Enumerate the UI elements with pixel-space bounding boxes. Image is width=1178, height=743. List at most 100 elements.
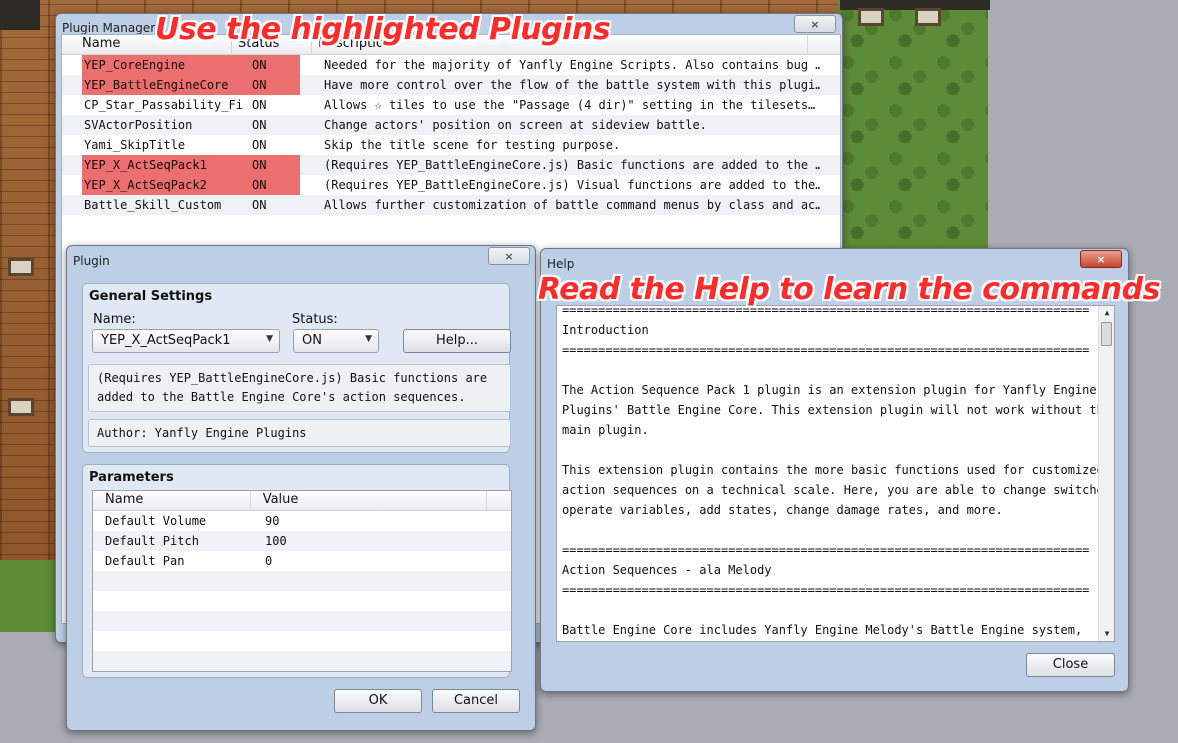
param-row <box>93 571 511 591</box>
param-row[interactable]: Default Pitch 100 <box>93 531 511 551</box>
help-line: ========================================… <box>562 305 1090 317</box>
grass-area <box>838 0 988 250</box>
plugin-name-cell: YEP_X_ActSeqPack1 <box>82 155 244 175</box>
help-line: ========================================… <box>562 543 1090 557</box>
param-row <box>93 651 511 671</box>
help-text-content: ========================================… <box>557 305 1115 641</box>
plugin-name-cell: YEP_CoreEngine <box>82 55 244 75</box>
help-dialog-title: Help <box>547 257 575 271</box>
param-column-filler <box>487 491 511 510</box>
status-select[interactable]: ON ▼ <box>293 329 379 353</box>
plugin-status-cell: ON <box>252 198 267 212</box>
help-line <box>562 520 1114 540</box>
help-line <box>562 600 1114 620</box>
help-scrollbar[interactable]: ▲ ▼ <box>1098 306 1114 641</box>
help-text-area[interactable]: ========================================… <box>556 305 1115 642</box>
param-column-value[interactable]: Value <box>251 491 487 510</box>
param-column-name[interactable]: Name <box>93 491 251 510</box>
plugin-name-cell: Battle_Skill_Custom <box>84 198 222 212</box>
scroll-up-icon[interactable]: ▲ <box>1099 306 1114 320</box>
close-button[interactable]: Close <box>1026 653 1115 677</box>
help-line: Battle Engine Core includes Yanfly Engin… <box>562 623 1083 637</box>
plugin-name-cell: CP_Star_Passability_Fix <box>84 98 244 112</box>
ok-button[interactable]: OK <box>334 689 422 713</box>
help-line: operate variables, add states, change da… <box>562 503 1003 517</box>
help-button[interactable]: Help... <box>403 329 511 353</box>
column-header-filler <box>808 35 840 54</box>
plugin-name-cell: YEP_X_ActSeqPack2 <box>82 175 244 195</box>
description-box: (Requires YEP_BattleEngineCore.js) Basic… <box>88 364 511 412</box>
param-row[interactable]: Default Pan 0 <box>93 551 511 571</box>
scroll-thumb[interactable] <box>1101 322 1112 346</box>
table-row[interactable]: YEP_X_ActSeqPack1 ON (Requires YEP_BattleE… <box>62 155 840 175</box>
table-row[interactable]: YEP_BattleEngineCore ON Have more control … <box>62 75 840 95</box>
plugin-name-cell: YEP_BattleEngineCore <box>82 75 244 95</box>
plugin-status-cell: ON <box>244 55 300 75</box>
parameters-rows: Default Volume 90 Default Pitch 100 Default … <box>93 511 511 671</box>
table-row[interactable]: CP_Star_Passability_Fix ON Allows ☆ tiles … <box>62 95 840 115</box>
plugin-description-cell: Skip the title scene for testing purpose… <box>324 138 621 152</box>
scroll-down-icon[interactable]: ▼ <box>1099 627 1114 641</box>
plugin-dialog-title: Plugin <box>73 254 110 268</box>
general-settings-title: General Settings <box>89 289 213 304</box>
plugin-description-cell: Have more control over the flow of the b… <box>324 78 820 92</box>
author-box: Author: Yanfly Engine Plugins <box>88 419 511 447</box>
map-wall <box>0 0 40 30</box>
plugin-name-cell: SVActorPosition <box>84 118 193 132</box>
param-row[interactable]: Default Volume 90 <box>93 511 511 531</box>
param-name-cell: Default Volume <box>105 514 207 528</box>
chevron-down-icon: ▼ <box>266 334 273 344</box>
table-row[interactable]: YEP_CoreEngine ON Needed for the majority … <box>62 55 840 75</box>
help-line: ========================================… <box>562 343 1090 357</box>
help-dialog-window: Help × =================================… <box>540 248 1129 692</box>
map-window <box>8 398 34 416</box>
plugin-description-cell: Needed for the majority of Yanfly Engine… <box>324 58 820 72</box>
help-line: Introduction <box>562 323 649 337</box>
plugin-manager-title: Plugin Manager <box>62 21 156 35</box>
plugin-status-cell: ON <box>244 75 300 95</box>
table-row[interactable]: YEP_X_ActSeqPack2 ON (Requires YEP_BattleE… <box>62 175 840 195</box>
plugin-status-cell: ON <box>244 155 300 175</box>
help-line: ========================================… <box>562 583 1090 597</box>
parameters-title: Parameters <box>89 470 174 485</box>
param-name-cell: Default Pan <box>105 554 185 568</box>
close-icon[interactable]: × <box>1080 250 1122 268</box>
name-select[interactable]: YEP_X_ActSeqPack1 ▼ <box>92 329 280 353</box>
annotation-use-highlighted: Use the highlighted Plugins <box>155 12 611 47</box>
grass-area-bottom <box>0 560 60 632</box>
plugin-list-rows: YEP_CoreEngine ON Needed for the majority … <box>62 55 840 215</box>
plugin-status-cell: ON <box>252 98 267 112</box>
plugin-status-cell: ON <box>252 118 267 132</box>
parameters-group: Parameters Name Value Default Volume 90 De… <box>82 464 512 678</box>
help-line: action sequences on a technical scale. H… <box>562 483 1115 497</box>
chevron-down-icon: ▼ <box>365 334 372 344</box>
param-value-cell: 0 <box>265 554 273 568</box>
name-label: Name: <box>93 312 136 327</box>
table-row[interactable]: SVActorPosition ON Change actors' position… <box>62 115 840 135</box>
plugin-description-cell: (Requires YEP_BattleEngineCore.js) Basic… <box>324 158 820 172</box>
close-icon[interactable]: × <box>488 247 530 265</box>
plugin-description-cell: Allows further customization of battle c… <box>324 198 820 212</box>
param-value-cell: 90 <box>265 514 280 528</box>
plugin-description-cell: Change actors' position on screen at sid… <box>324 118 707 132</box>
help-line: The Action Sequence Pack 1 plugin is an … <box>562 383 1097 397</box>
help-line: where each individual aspect of the skil… <box>562 640 1114 641</box>
param-row <box>93 631 511 651</box>
plugin-description-cell: Allows ☆ tiles to use the "Passage (4 di… <box>324 98 816 112</box>
table-row[interactable]: Battle_Skill_Custom ON Allows further cust… <box>62 195 840 215</box>
table-row[interactable]: Yami_SkipTitle ON Skip the title scene for… <box>62 135 840 155</box>
parameters-header: Name Value <box>93 491 511 511</box>
cancel-button[interactable]: Cancel <box>432 689 520 713</box>
plugin-dialog-window: Plugin × General Settings Name: YEP_X_Ac… <box>66 245 536 731</box>
param-value-cell: 100 <box>265 534 287 548</box>
help-line: Plugins' Battle Engine Core. This extens… <box>562 403 1112 417</box>
status-label: Status: <box>292 312 338 327</box>
general-settings-group: General Settings Name: YEP_X_ActSeqPack1… <box>82 283 511 453</box>
help-line <box>562 360 1114 380</box>
map-window <box>915 8 941 26</box>
help-line: main plugin. <box>562 423 649 437</box>
help-line: This extension plugin contains the more … <box>562 463 1104 477</box>
annotation-read-help: Read the Help to learn the commands <box>538 272 1160 307</box>
help-line: Action Sequences - ala Melody <box>562 563 772 577</box>
close-icon[interactable]: × <box>794 15 836 33</box>
